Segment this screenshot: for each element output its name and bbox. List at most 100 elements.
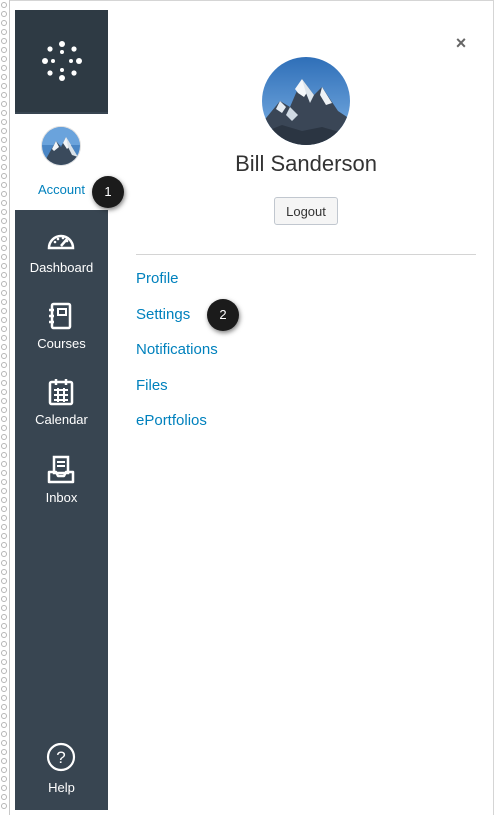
perforation-dot: [1, 758, 7, 764]
perforation-dot: [1, 587, 7, 593]
perforation-dot: [1, 353, 7, 359]
perforation-dot: [1, 218, 7, 224]
perforation-dot: [1, 704, 7, 710]
perforation-dot: [1, 749, 7, 755]
perforation-dot: [1, 425, 7, 431]
perforation-dot: [1, 191, 7, 197]
canvas-logo[interactable]: [15, 10, 108, 112]
perforation-dot: [1, 281, 7, 287]
perforation-dot: [1, 434, 7, 440]
perforation-dot: [1, 146, 7, 152]
eportfolios-link[interactable]: ePortfolios: [136, 412, 207, 429]
perforation-dot: [1, 668, 7, 674]
perforation-dot: [1, 299, 7, 305]
perforation-dot: [1, 101, 7, 107]
perforation-dot: [1, 488, 7, 494]
perforation-dot: [1, 308, 7, 314]
perforation-dot: [1, 686, 7, 692]
nav-item-help[interactable]: ? Help: [15, 742, 108, 810]
perforation-dot: [1, 263, 7, 269]
perforation-dot: [1, 533, 7, 539]
perforation-dot: [1, 2, 7, 8]
nav-item-courses[interactable]: Courses: [15, 292, 108, 368]
perforation-dot: [1, 461, 7, 467]
list-item: Notifications: [136, 341, 218, 377]
perforation-dot: [1, 254, 7, 260]
nav-item-label: Help: [48, 780, 75, 795]
list-item: ePortfolios: [136, 412, 218, 448]
perforation-dot: [1, 380, 7, 386]
global-navigation: Account Dashboard Courses Calendar Inbox…: [15, 10, 108, 810]
profile-avatar: [262, 57, 350, 145]
nav-item-label: Courses: [37, 336, 86, 351]
nav-item-calendar[interactable]: Calendar: [15, 368, 108, 444]
perforation-dot: [1, 128, 7, 134]
nav-item-label: Dashboard: [29, 260, 94, 275]
tray-divider: [136, 254, 476, 255]
dashboard-icon: [47, 234, 75, 250]
nav-item-dashboard[interactable]: Dashboard: [15, 216, 108, 292]
perforation-dot: [1, 362, 7, 368]
courses-icon: [49, 302, 72, 330]
profile-link[interactable]: Profile: [136, 270, 179, 287]
perforation-dot: [1, 659, 7, 665]
perforation-dot: [1, 479, 7, 485]
perforation-dot: [1, 695, 7, 701]
perforation-dot: [1, 632, 7, 638]
perforation-dot: [1, 47, 7, 53]
perforation-dot: [1, 83, 7, 89]
perforation-dot: [1, 542, 7, 548]
list-item: Profile: [136, 270, 218, 306]
notifications-link[interactable]: Notifications: [136, 341, 218, 358]
perforation-dot: [1, 137, 7, 143]
perforation-dot: [1, 290, 7, 296]
perforation-dot: [1, 38, 7, 44]
perforation-dot: [1, 317, 7, 323]
perforation-dot: [1, 677, 7, 683]
nav-item-inbox[interactable]: Inbox: [15, 446, 108, 522]
perforation-dot: [1, 551, 7, 557]
user-name: Bill Sanderson: [235, 151, 377, 176]
close-icon[interactable]: ×: [452, 34, 470, 52]
list-item: Files: [136, 377, 218, 413]
perforation-dot: [1, 173, 7, 179]
perforation-dot: [1, 155, 7, 161]
perforation-dot: [1, 731, 7, 737]
logout-button[interactable]: Logout: [274, 197, 338, 225]
perforation-dot: [1, 650, 7, 656]
calendar-icon: [48, 379, 74, 406]
perforation-dot: [1, 776, 7, 782]
perforation-dot: [1, 389, 7, 395]
perforation-dot: [1, 623, 7, 629]
perforation-dot: [1, 722, 7, 728]
nav-item-label: Inbox: [45, 490, 78, 505]
perforation-dot: [1, 335, 7, 341]
perforation-dot: [1, 407, 7, 413]
torn-page-edge: [0, 0, 10, 815]
settings-link[interactable]: Settings: [136, 306, 190, 323]
perforation-dot: [1, 560, 7, 566]
callout-badge-1: 1: [92, 176, 124, 208]
perforation-dot: [1, 245, 7, 251]
perforation-dot: [1, 29, 7, 35]
perforation-dot: [1, 65, 7, 71]
perforation-dot: [1, 443, 7, 449]
perforation-dot: [1, 371, 7, 377]
files-link[interactable]: Files: [136, 377, 168, 394]
perforation-dot: [1, 200, 7, 206]
perforation-dot: [1, 56, 7, 62]
perforation-dot: [1, 236, 7, 242]
perforation-dot: [1, 569, 7, 575]
perforation-dot: [1, 20, 7, 26]
perforation-dot: [1, 164, 7, 170]
perforation-dot: [1, 272, 7, 278]
perforation-dot: [1, 416, 7, 422]
perforation-dot: [1, 398, 7, 404]
perforation-dot: [1, 785, 7, 791]
inbox-icon: [47, 455, 75, 484]
list-item: Settings: [136, 306, 218, 342]
canvas-logo-icon: [41, 41, 82, 81]
perforation-dot: [1, 506, 7, 512]
perforation-dot: [1, 11, 7, 17]
perforation-dot: [1, 767, 7, 773]
